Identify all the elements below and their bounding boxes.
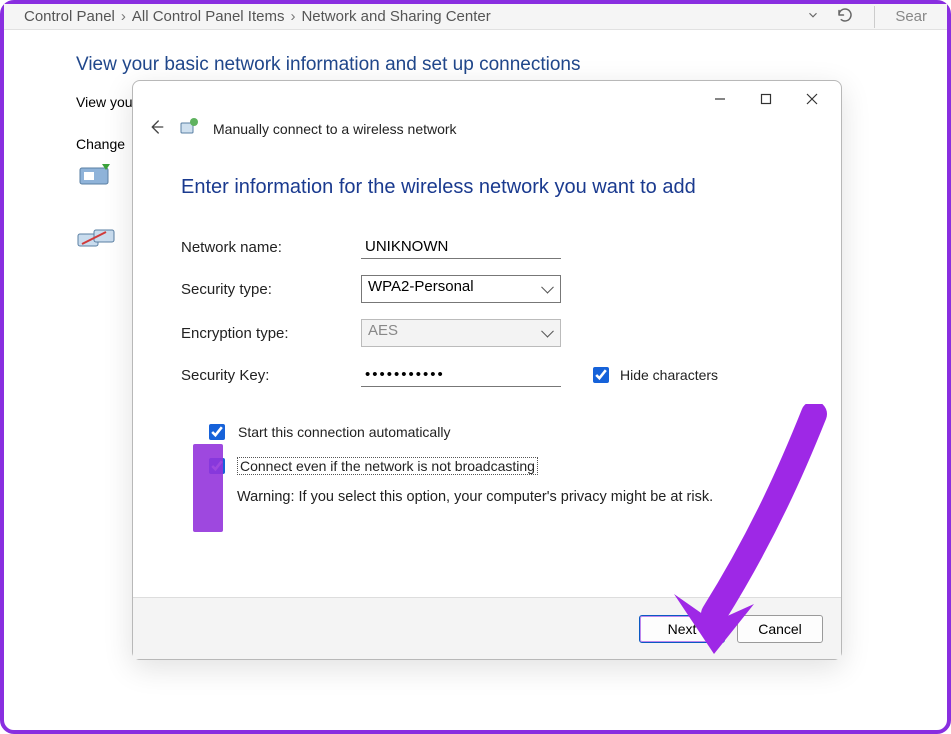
next-button[interactable]: Next <box>639 615 725 643</box>
dialog-heading: Enter information for the wireless netwo… <box>181 176 805 199</box>
connect-network-icon[interactable] <box>76 224 116 252</box>
breadcrumb-item[interactable]: Network and Sharing Center <box>301 8 490 25</box>
dialog-titlebar <box>133 81 841 117</box>
network-name-input[interactable] <box>361 235 561 259</box>
chevron-right-icon: › <box>290 8 295 25</box>
close-button[interactable] <box>789 84 835 114</box>
refresh-icon[interactable] <box>836 6 854 28</box>
start-automatically-checkbox[interactable] <box>209 424 225 440</box>
dialog-footer: Next Cancel <box>133 597 841 659</box>
network-name-label: Network name: <box>181 239 361 256</box>
breadcrumb-bar: Control Panel › All Control Panel Items … <box>4 4 947 30</box>
hide-characters-checkbox[interactable] <box>593 367 609 383</box>
chevron-down-icon[interactable] <box>806 8 820 26</box>
network-wizard-icon <box>179 117 199 140</box>
security-type-select[interactable]: WPA2-Personal <box>361 275 561 303</box>
wireless-form: Network name: Security type: WPA2-Person… <box>181 235 805 505</box>
maximize-button[interactable] <box>743 84 789 114</box>
back-button[interactable] <box>147 118 165 139</box>
encryption-type-select: AES <box>361 319 561 347</box>
new-connection-icon[interactable] <box>76 160 116 188</box>
security-key-label: Security Key: <box>181 367 361 384</box>
security-key-input[interactable] <box>361 363 561 387</box>
cancel-button[interactable]: Cancel <box>737 615 823 643</box>
privacy-warning-text: Warning: If you select this option, your… <box>237 489 805 505</box>
breadcrumb-item[interactable]: Control Panel <box>24 8 115 25</box>
dialog-title: Manually connect to a wireless network <box>213 121 457 137</box>
search-placeholder[interactable]: Sear <box>895 8 927 25</box>
minimize-button[interactable] <box>697 84 743 114</box>
page-title: View your basic network information and … <box>76 54 917 76</box>
connect-not-broadcasting-checkbox[interactable] <box>209 458 225 474</box>
vertical-divider <box>874 6 875 28</box>
connect-not-broadcasting-label: Connect even if the network is not broad… <box>238 458 537 474</box>
chevron-right-icon: › <box>121 8 126 25</box>
breadcrumb-item[interactable]: All Control Panel Items <box>132 8 285 25</box>
manually-connect-dialog: Manually connect to a wireless network E… <box>132 80 842 660</box>
hide-characters-label: Hide characters <box>620 367 718 383</box>
encryption-type-label: Encryption type: <box>181 325 361 342</box>
dialog-header: Manually connect to a wireless network <box>133 117 841 148</box>
security-type-label: Security type: <box>181 281 361 298</box>
start-automatically-label: Start this connection automatically <box>238 424 450 440</box>
dialog-body: Enter information for the wireless netwo… <box>133 148 841 597</box>
